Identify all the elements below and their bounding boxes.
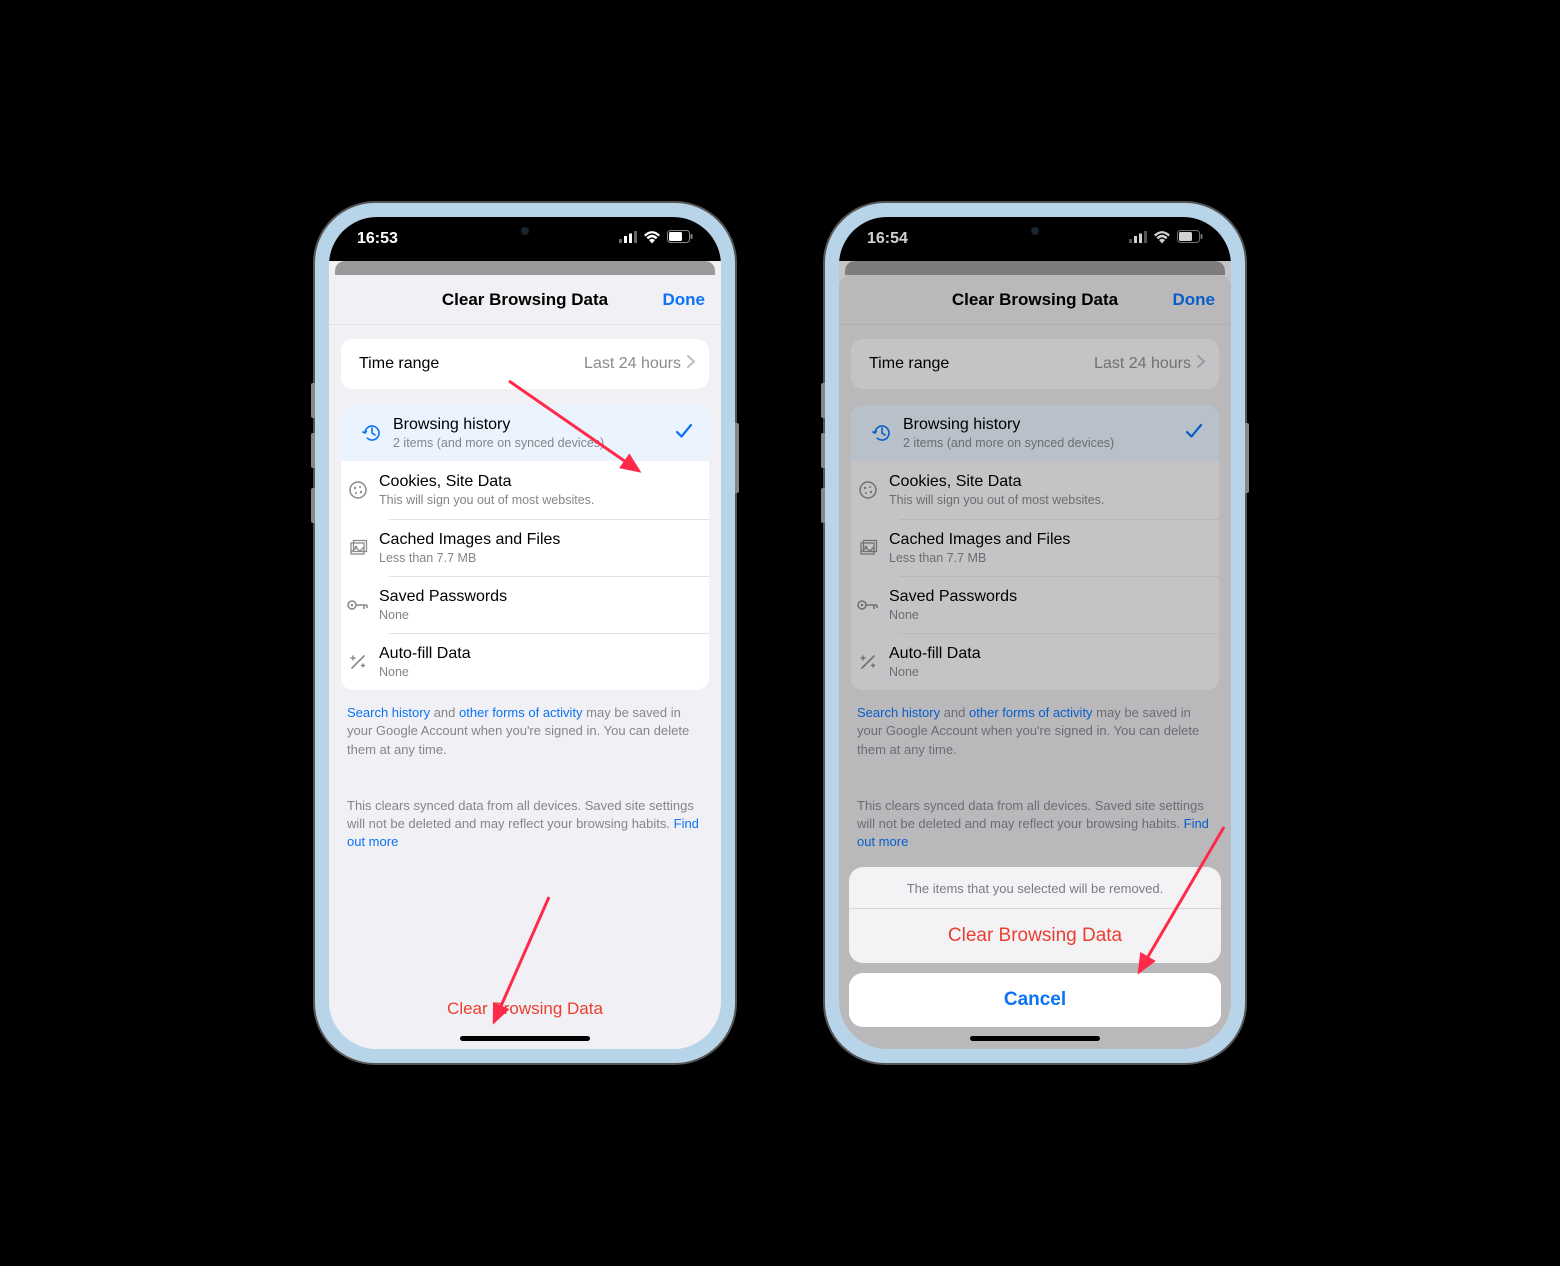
action-sheet-message: The items that you selected will be remo… bbox=[849, 867, 1221, 909]
battery-icon bbox=[667, 230, 693, 248]
row-title: Browsing history bbox=[393, 415, 675, 435]
row-title: Cookies, Site Data bbox=[379, 472, 695, 492]
action-sheet: The items that you selected will be remo… bbox=[849, 867, 1221, 1027]
home-indicator[interactable] bbox=[460, 1036, 590, 1041]
time-range-value: Last 24 hours bbox=[584, 355, 681, 373]
row-title: Saved Passwords bbox=[379, 587, 695, 607]
phone-left: 16:53 Clear Browsing Data Done bbox=[315, 203, 735, 1063]
background-card bbox=[335, 261, 715, 275]
status-time: 16:53 bbox=[357, 230, 398, 248]
page-title: Clear Browsing Data bbox=[442, 290, 608, 310]
screen: 16:54 Clear Browsing Data Done bbox=[839, 217, 1231, 1049]
footer-note-1: Search history and other forms of activi… bbox=[341, 690, 709, 759]
checkmark-icon bbox=[675, 423, 693, 444]
wand-icon bbox=[341, 652, 375, 672]
phone-right: 16:54 Clear Browsing Data Done bbox=[825, 203, 1245, 1063]
modal-sheet: Clear Browsing Data Done Time range Last… bbox=[329, 275, 721, 1049]
time-range-row[interactable]: Time range Last 24 hours bbox=[341, 339, 709, 389]
time-range-card: Time range Last 24 hours bbox=[341, 339, 709, 389]
time-range-label: Time range bbox=[359, 354, 584, 374]
row-cached[interactable]: Cached Images and Files Less than 7.7 MB bbox=[389, 519, 709, 576]
row-browsing-history[interactable]: Browsing history 2 items (and more on sy… bbox=[341, 405, 709, 461]
row-passwords[interactable]: Saved Passwords None bbox=[389, 576, 709, 633]
action-sheet-cancel-button[interactable]: Cancel bbox=[849, 973, 1221, 1027]
row-subtitle: None bbox=[379, 607, 695, 623]
data-types-card: Browsing history 2 items (and more on sy… bbox=[341, 405, 709, 690]
chevron-right-icon bbox=[687, 355, 695, 373]
row-autofill[interactable]: Auto-fill Data None bbox=[389, 633, 709, 690]
row-subtitle: This will sign you out of most websites. bbox=[379, 492, 695, 508]
cookie-icon bbox=[341, 480, 375, 500]
search-history-link[interactable]: Search history bbox=[347, 705, 430, 720]
home-indicator[interactable] bbox=[970, 1036, 1100, 1041]
row-subtitle: 2 items (and more on synced devices) bbox=[393, 435, 675, 451]
screen: 16:53 Clear Browsing Data Done bbox=[329, 217, 721, 1049]
wifi-icon bbox=[643, 230, 661, 249]
notch bbox=[960, 217, 1110, 245]
key-icon bbox=[341, 598, 375, 612]
cellular-signal-icon bbox=[619, 230, 637, 249]
row-subtitle: None bbox=[379, 664, 695, 680]
row-title: Auto-fill Data bbox=[379, 644, 695, 664]
images-icon bbox=[341, 538, 375, 558]
action-sheet-clear-button[interactable]: Clear Browsing Data bbox=[849, 909, 1221, 963]
notch bbox=[450, 217, 600, 245]
sheet-header: Clear Browsing Data Done bbox=[329, 275, 721, 325]
row-title: Cached Images and Files bbox=[379, 530, 695, 550]
activity-link[interactable]: other forms of activity bbox=[459, 705, 583, 720]
history-icon bbox=[355, 423, 389, 443]
footer-note-2: This clears synced data from all devices… bbox=[341, 783, 709, 852]
row-subtitle: Less than 7.7 MB bbox=[379, 550, 695, 566]
done-button[interactable]: Done bbox=[663, 290, 706, 310]
row-cookies[interactable]: Cookies, Site Data This will sign you ou… bbox=[389, 461, 709, 518]
content: Time range Last 24 hours Browsing histor… bbox=[329, 325, 721, 985]
